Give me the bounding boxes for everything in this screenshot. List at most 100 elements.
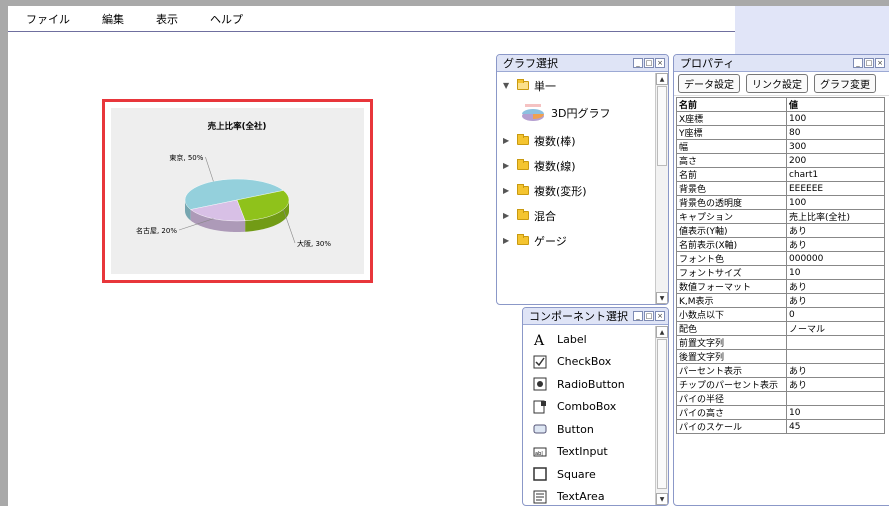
property-value-cell[interactable]: あり bbox=[786, 237, 885, 252]
property-value-cell[interactable]: 300 bbox=[786, 139, 885, 154]
tree-leaf-3d-pie[interactable]: 3D円グラフ bbox=[497, 98, 655, 128]
chart-title: 売上比率(全社) bbox=[207, 121, 267, 132]
component-item-textarea[interactable]: TextArea bbox=[523, 486, 655, 506]
close-icon[interactable]: × bbox=[655, 58, 665, 68]
property-row[interactable]: 数値フォーマット あり bbox=[676, 279, 885, 294]
property-row[interactable]: 前置文字列 bbox=[676, 335, 885, 350]
property-row[interactable]: フォント色 000000 bbox=[676, 251, 885, 266]
collapse-arrow-icon[interactable]: ▶ bbox=[503, 186, 513, 195]
property-row[interactable]: フォントサイズ 10 bbox=[676, 265, 885, 280]
property-row[interactable]: 背景色 EEEEEE bbox=[676, 181, 885, 196]
property-row[interactable]: 値表示(Y軸) あり bbox=[676, 223, 885, 238]
maximize-icon[interactable]: □ bbox=[644, 58, 654, 68]
label-leader-line bbox=[205, 156, 214, 182]
property-row[interactable]: X座標 100 bbox=[676, 111, 885, 126]
scroll-down-icon[interactable]: ▼ bbox=[656, 493, 668, 505]
property-value-cell[interactable]: 売上比率(全社) bbox=[786, 209, 885, 224]
close-icon[interactable]: × bbox=[875, 58, 885, 68]
property-row[interactable]: K,M表示 あり bbox=[676, 293, 885, 308]
maximize-icon[interactable]: □ bbox=[864, 58, 874, 68]
tree-folder-2[interactable]: ▶ 複数(線) bbox=[497, 153, 655, 178]
property-value-cell[interactable]: あり bbox=[786, 377, 885, 392]
properties-toolbar: データ設定 リンク設定 グラフ変更 bbox=[674, 72, 889, 96]
collapse-arrow-icon[interactable]: ▶ bbox=[503, 136, 513, 145]
property-value-cell[interactable]: 80 bbox=[786, 125, 885, 140]
property-value-cell[interactable]: あり bbox=[786, 223, 885, 238]
property-row[interactable]: キャプション 売上比率(全社) bbox=[676, 209, 885, 224]
menu-help[interactable]: ヘルプ bbox=[206, 10, 247, 28]
collapse-arrow-icon[interactable]: ▶ bbox=[503, 211, 513, 220]
component-item-combobox[interactable]: ComboBox bbox=[523, 396, 655, 419]
property-row[interactable]: 小数点以下 0 bbox=[676, 307, 885, 322]
tree-folder-5[interactable]: ▶ ゲージ bbox=[497, 228, 655, 253]
minimize-icon[interactable]: _ bbox=[853, 58, 863, 68]
collapse-arrow-icon[interactable]: ▶ bbox=[503, 161, 513, 170]
property-value-cell[interactable]: 100 bbox=[786, 111, 885, 126]
property-row[interactable]: チップのパーセント表示 あり bbox=[676, 377, 885, 392]
component-panel-scrollbar[interactable]: ▲ ▼ bbox=[655, 326, 668, 505]
tree-folder-3[interactable]: ▶ 複数(変形) bbox=[497, 178, 655, 203]
close-icon[interactable]: × bbox=[655, 311, 665, 321]
property-value-cell[interactable]: あり bbox=[786, 363, 885, 378]
scroll-down-icon[interactable]: ▼ bbox=[656, 292, 668, 304]
property-value-cell[interactable] bbox=[786, 391, 885, 406]
property-row[interactable]: 後置文字列 bbox=[676, 349, 885, 364]
menu-edit[interactable]: 編集 bbox=[98, 10, 128, 28]
maximize-icon[interactable]: □ bbox=[644, 311, 654, 321]
collapse-arrow-icon[interactable]: ▶ bbox=[503, 236, 513, 245]
minimize-icon[interactable]: _ bbox=[633, 311, 643, 321]
property-name-cell: 幅 bbox=[676, 139, 787, 154]
svg-text:ab|: ab| bbox=[535, 451, 543, 457]
property-row[interactable]: 名前 chart1 bbox=[676, 167, 885, 182]
property-value-cell[interactable] bbox=[786, 349, 885, 364]
minimize-icon[interactable]: _ bbox=[633, 58, 643, 68]
menu-view[interactable]: 表示 bbox=[152, 10, 182, 28]
selected-chart-component[interactable]: 売上比率(全社) 東京, 50% 大阪, 30% 名古屋, 20% bbox=[102, 99, 373, 283]
property-row[interactable]: パイの高さ 10 bbox=[676, 405, 885, 420]
property-value-cell[interactable]: 10 bbox=[786, 265, 885, 280]
property-row[interactable]: パーセント表示 あり bbox=[676, 363, 885, 378]
change-graph-button[interactable]: グラフ変更 bbox=[814, 74, 876, 93]
property-value-cell[interactable]: あり bbox=[786, 279, 885, 294]
property-value-cell[interactable]: chart1 bbox=[786, 167, 885, 182]
property-name-cell: 小数点以下 bbox=[676, 307, 787, 322]
property-value-cell[interactable]: ノーマル bbox=[786, 321, 885, 336]
property-value-cell[interactable]: 45 bbox=[786, 419, 885, 434]
property-row[interactable]: パイの半径 bbox=[676, 391, 885, 406]
property-value-cell[interactable]: 0 bbox=[786, 307, 885, 322]
scroll-up-icon[interactable]: ▲ bbox=[656, 326, 668, 338]
expand-arrow-icon[interactable]: ▼ bbox=[503, 81, 513, 90]
graph-panel-scrollbar[interactable]: ▲ ▼ bbox=[655, 73, 668, 304]
component-item-button[interactable]: Button bbox=[523, 418, 655, 441]
component-item-label[interactable]: A Label bbox=[523, 328, 655, 351]
property-value-cell[interactable]: 10 bbox=[786, 405, 885, 420]
tree-folder-0[interactable]: ▼ 単一 bbox=[497, 73, 655, 98]
property-row[interactable]: 名前表示(X軸) あり bbox=[676, 237, 885, 252]
property-value-cell[interactable]: 200 bbox=[786, 153, 885, 168]
property-row[interactable]: パイのスケール 45 bbox=[676, 419, 885, 434]
data-settings-button[interactable]: データ設定 bbox=[678, 74, 740, 93]
property-value-cell[interactable]: 100 bbox=[786, 195, 885, 210]
scroll-thumb[interactable] bbox=[657, 86, 667, 166]
property-value-cell[interactable] bbox=[786, 335, 885, 350]
scroll-up-icon[interactable]: ▲ bbox=[656, 73, 668, 85]
link-settings-button[interactable]: リンク設定 bbox=[746, 74, 808, 93]
folder-icon bbox=[517, 159, 529, 170]
properties-table: 名前 値 X座標 100 Y座標 80 幅 300 高さ 200 名前 chart1 背景色 EEEE… bbox=[676, 97, 885, 434]
tree-folder-4[interactable]: ▶ 混合 bbox=[497, 203, 655, 228]
property-row[interactable]: 高さ 200 bbox=[676, 153, 885, 168]
property-row[interactable]: Y座標 80 bbox=[676, 125, 885, 140]
property-row[interactable]: 配色 ノーマル bbox=[676, 321, 885, 336]
property-row[interactable]: 背景色の透明度 100 bbox=[676, 195, 885, 210]
property-value-cell[interactable]: EEEEEE bbox=[786, 181, 885, 196]
property-value-cell[interactable]: あり bbox=[786, 293, 885, 308]
property-row[interactable]: 幅 300 bbox=[676, 139, 885, 154]
property-value-cell[interactable]: 000000 bbox=[786, 251, 885, 266]
component-item-square[interactable]: Square bbox=[523, 463, 655, 486]
scroll-thumb[interactable] bbox=[657, 339, 667, 489]
component-item-textinput[interactable]: ab| TextInput bbox=[523, 441, 655, 464]
component-item-checkbox[interactable]: CheckBox bbox=[523, 351, 655, 374]
tree-folder-1[interactable]: ▶ 複数(棒) bbox=[497, 128, 655, 153]
component-item-radiobutton[interactable]: RadioButton bbox=[523, 373, 655, 396]
menu-file[interactable]: ファイル bbox=[22, 10, 74, 28]
